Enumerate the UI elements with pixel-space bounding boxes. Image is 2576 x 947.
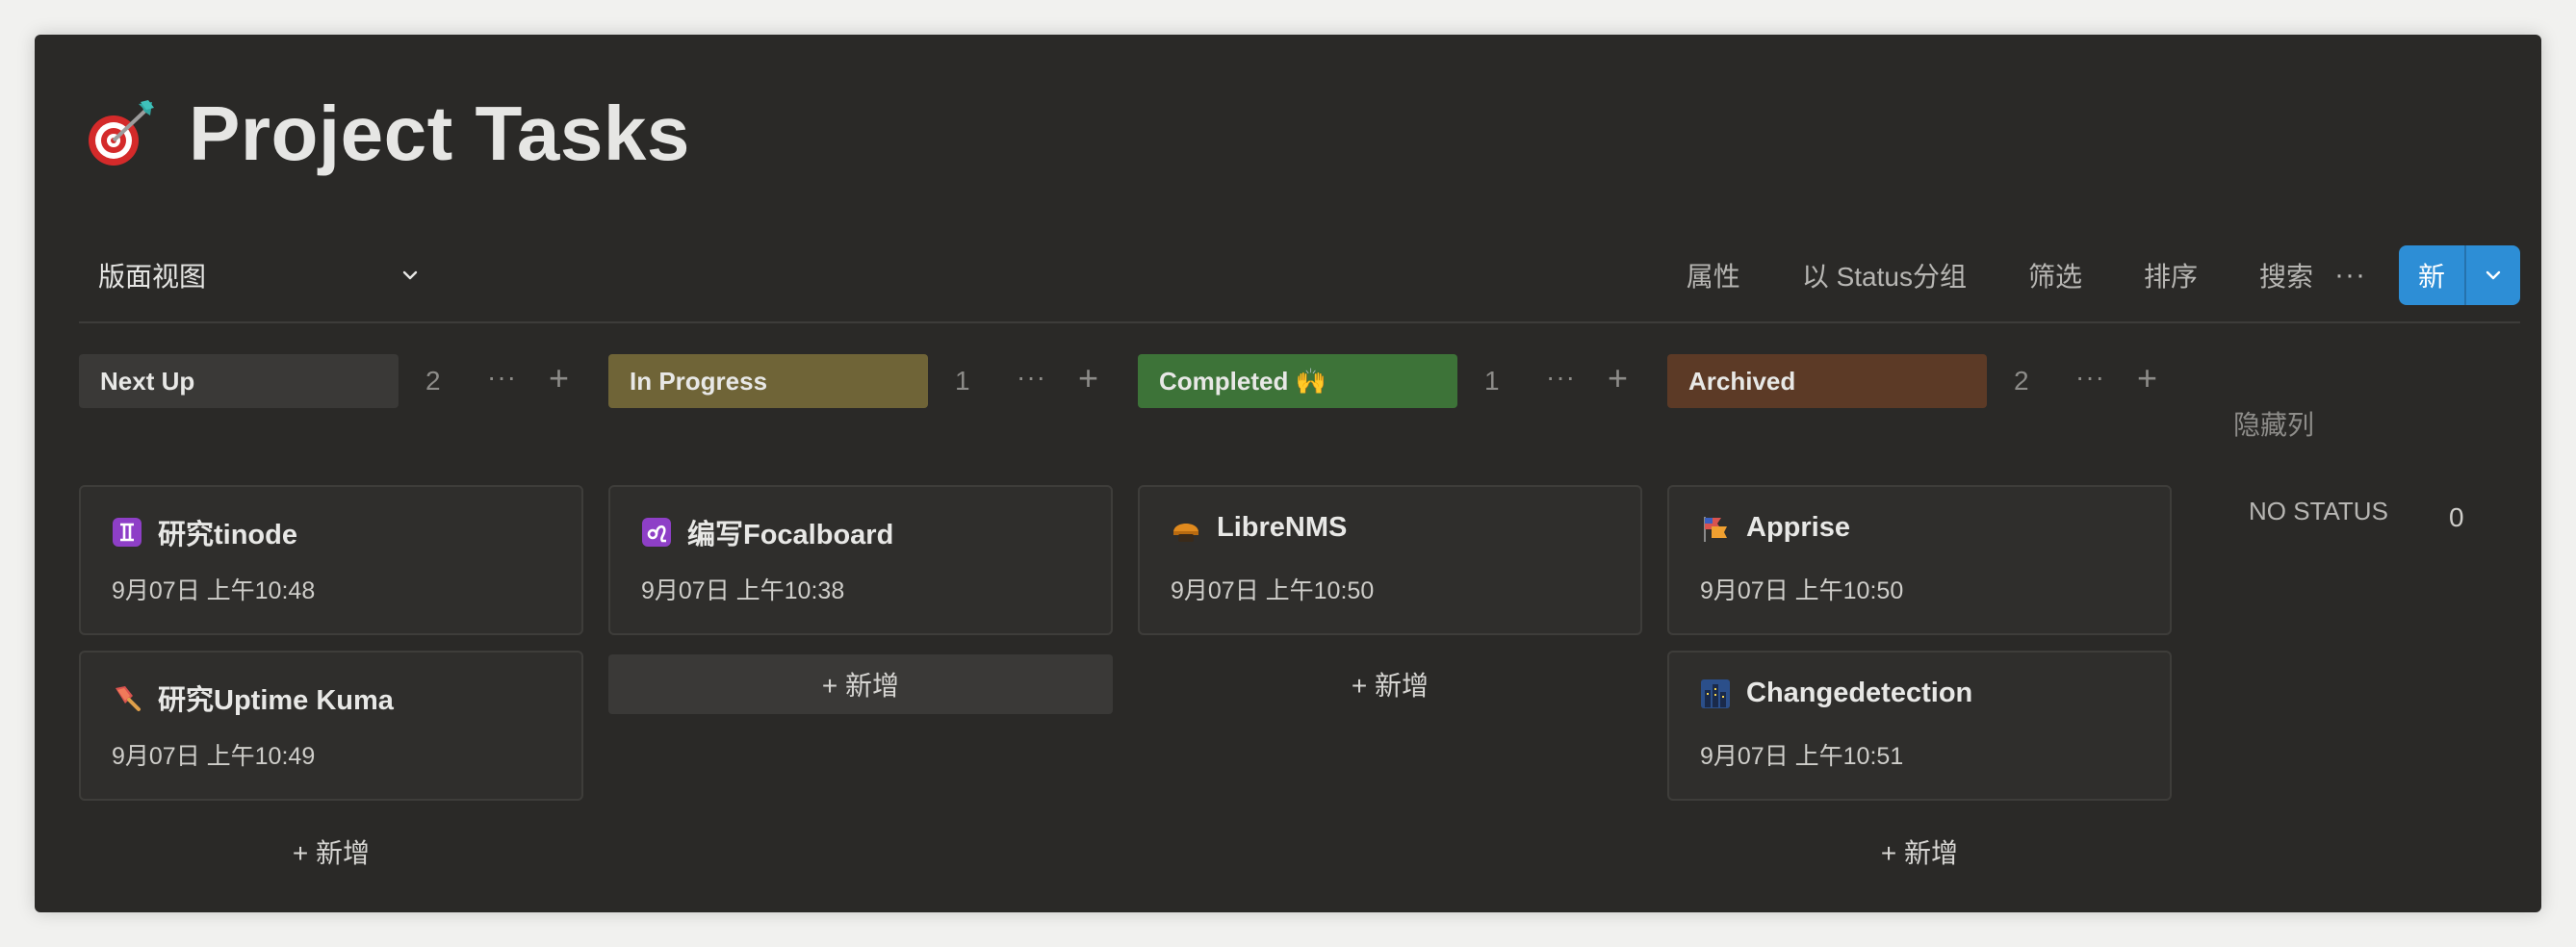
column-header: In Progress 1 ··· + (608, 354, 1113, 412)
card-title: LibreNMS (1217, 512, 1348, 543)
column-add-icon[interactable]: + (1078, 358, 1098, 398)
card-title-row: LibreNMS (1171, 512, 1347, 544)
card-date: 9月07日 上午10:50 (1171, 577, 1375, 604)
shovel-icon (116, 686, 141, 711)
board-card[interactable]: 编写Focalboard 9月07日 上午10:38 (608, 485, 1113, 635)
card-title-row: Changedetection (1700, 678, 1972, 709)
card-title: Apprise (1746, 512, 1850, 543)
chevron-down-icon (2486, 270, 2501, 280)
board-card[interactable]: Changedetection 9月07日 上午10:51 (1667, 651, 2172, 801)
board-toolbar: 版面视图 属性 以 Status分组 筛选 排序 搜索 ··· 新 (79, 245, 2520, 305)
card-title: 编写Focalboard (687, 520, 894, 550)
board-window: Project Tasks 版面视图 属性 以 Status分组 筛选 排序 搜… (35, 35, 2541, 912)
gemini-sign-icon (113, 518, 142, 547)
column-label: Completed 🙌 (1159, 366, 1327, 396)
card-date: 9月07日 上午10:51 (1700, 743, 1904, 770)
column-header: Completed 🙌 1 ··· + (1138, 354, 1642, 412)
column-label: In Progress (630, 366, 768, 396)
view-select-label: 版面视图 (98, 262, 207, 292)
add-card-button[interactable]: + 新增 (1667, 822, 2172, 882)
leo-sign-icon (642, 518, 671, 547)
card-date: 9月07日 上午10:48 (112, 577, 316, 604)
board-column-completed: Completed 🙌 1 ··· + LibreNMS 9月07日 上午10:… (1138, 354, 1642, 701)
board-card[interactable]: 研究Uptime Kuma 9月07日 上午10:49 (79, 651, 583, 801)
no-status-count: 0 (2449, 502, 2464, 532)
card-title-row: 研究tinode (112, 512, 297, 552)
column-add-icon[interactable]: + (549, 358, 569, 398)
sort-button[interactable]: 排序 (2144, 256, 2198, 294)
new-template-dropdown[interactable] (2464, 245, 2520, 305)
search-button[interactable]: 搜索 (2259, 256, 2313, 294)
column-count: 1 (1484, 366, 1500, 396)
card-title-row: 研究Uptime Kuma (112, 678, 394, 718)
column-options-icon[interactable]: ··· (1017, 362, 1046, 393)
column-add-icon[interactable]: + (1608, 358, 1628, 398)
board-column-in-progress: In Progress 1 ··· + 编写Focalboard 9月07日 上… (608, 354, 1113, 714)
properties-button[interactable]: 属性 (1687, 256, 1740, 294)
column-label-chip[interactable]: Next Up (79, 354, 399, 408)
column-label-chip[interactable]: In Progress (608, 354, 928, 408)
group-by-button[interactable]: 以 Status分组 (1802, 256, 1967, 294)
column-count: 2 (2014, 366, 2029, 396)
column-label: Next Up (100, 366, 195, 396)
card-date: 9月07日 上午10:50 (1700, 577, 1904, 604)
card-date: 9月07日 上午10:49 (112, 743, 316, 770)
view-select[interactable]: 版面视图 (79, 248, 435, 302)
new-button-group: 新 (2399, 245, 2520, 305)
board-card[interactable]: 研究tinode 9月07日 上午10:48 (79, 485, 583, 635)
card-title-row: Apprise (1700, 512, 1850, 544)
column-options-icon[interactable]: ··· (2075, 362, 2105, 393)
board-card[interactable]: Apprise 9月07日 上午10:50 (1667, 485, 2172, 635)
card-title-row: 编写Focalboard (641, 512, 893, 552)
add-card-button[interactable]: + 新增 (608, 654, 1113, 714)
column-options-icon[interactable]: ··· (1546, 362, 1576, 393)
board-column-next-up: Next Up 2 ··· + 研究tinode 9月07日 上午10:48 研… (79, 354, 583, 868)
toolbar-divider (79, 321, 2520, 323)
add-card-button[interactable]: + 新增 (1138, 654, 1642, 714)
column-count: 2 (425, 366, 441, 396)
column-count: 1 (955, 366, 970, 396)
filter-button[interactable]: 筛选 (2028, 256, 2082, 294)
toolbar-actions: 属性 以 Status分组 筛选 排序 搜索 ··· 新 (1625, 245, 2520, 305)
flags-icon (1704, 516, 1727, 542)
helmet-icon (1173, 523, 1198, 542)
column-label: Archived (1688, 366, 1796, 396)
column-header: Archived 2 ··· + (1667, 354, 2172, 412)
board-column-archived: Archived 2 ··· + Apprise 9月07日 上午10:50 C… (1667, 354, 2172, 868)
add-card-button[interactable]: + 新增 (79, 822, 583, 882)
column-label-chip[interactable]: Completed 🙌 (1138, 354, 1457, 408)
page-header: Project Tasks (85, 71, 690, 196)
board-card[interactable]: LibreNMS 9月07日 上午10:50 (1138, 485, 1642, 635)
hidden-columns-label: 隐藏列 (2233, 410, 2315, 440)
card-title: 研究tinode (158, 520, 297, 550)
card-title: 研究Uptime Kuma (158, 685, 394, 716)
dart-target-icon[interactable] (85, 98, 156, 169)
no-status-column[interactable]: NO STATUS (2249, 497, 2388, 526)
column-options-icon[interactable]: ··· (487, 362, 517, 393)
page-title[interactable]: Project Tasks (189, 90, 690, 178)
card-title: Changedetection (1746, 678, 1973, 708)
column-add-icon[interactable]: + (2137, 358, 2157, 398)
city-night-icon (1701, 678, 1730, 708)
more-options-icon[interactable]: ··· (2334, 259, 2366, 292)
chevron-down-icon (402, 270, 418, 280)
column-label-chip[interactable]: Archived (1667, 354, 1987, 408)
card-date: 9月07日 上午10:38 (641, 577, 845, 604)
column-header: Next Up 2 ··· + (79, 354, 583, 412)
new-card-button[interactable]: 新 (2399, 245, 2464, 305)
